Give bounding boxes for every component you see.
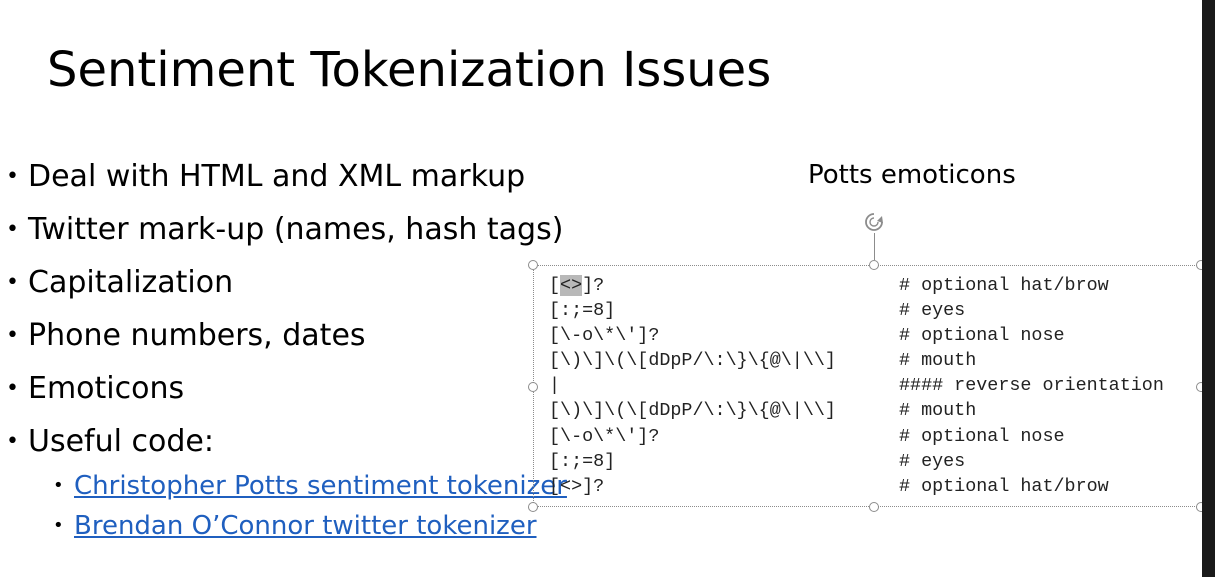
code-comment: # mouth	[899, 400, 977, 422]
resize-handle-bottom-left[interactable]	[528, 502, 538, 512]
bullet-text: Emoticons	[28, 371, 185, 406]
resize-handle-bottom[interactable]	[869, 502, 879, 512]
bullet-dot-icon: •	[6, 270, 19, 295]
bullet-text: Deal with HTML and XML markup	[28, 159, 526, 194]
potts-tokenizer-link[interactable]: Christopher Potts sentiment tokenizer	[74, 471, 567, 501]
resize-handle-top[interactable]	[869, 260, 879, 270]
window-edge	[1202, 0, 1215, 577]
sub-bullet-item: • Brendan O’Connor twitter tokenizer	[51, 508, 567, 548]
code-pattern: [\-o\*\']?	[549, 325, 660, 347]
bullet-dot-icon: •	[53, 515, 64, 536]
code-pattern: [\-o\*\']?	[549, 425, 660, 447]
bullet-dot-icon: •	[6, 429, 19, 454]
code-line: [\)\]\(\[dDpP/\:\}\{@\|\\] # mouth	[549, 348, 1164, 373]
bullet-dot-icon: •	[6, 376, 19, 401]
code-comment: #### reverse orientation	[899, 375, 1164, 397]
code-comment: # optional nose	[899, 425, 1065, 447]
code-comment: # eyes	[899, 450, 966, 472]
code-comment: # eyes	[899, 300, 966, 322]
bullet-dot-icon: •	[6, 164, 19, 189]
code-line: [<>]? # optional hat/brow	[549, 474, 1164, 499]
bullet-dot-icon: •	[6, 217, 19, 242]
slide-canvas[interactable]: Sentiment Tokenization Issues • Deal with…	[0, 0, 1202, 577]
text-selection-highlight: <>	[560, 275, 583, 296]
bullet-item: • Phone numbers, dates	[0, 313, 563, 366]
code-line: [\)\]\(\[dDpP/\:\}\{@\|\\] # mouth	[549, 398, 1164, 423]
oconnor-tokenizer-link[interactable]: Brendan O’Connor twitter tokenizer	[74, 511, 537, 541]
bullet-dot-icon: •	[6, 323, 19, 348]
rotate-handle-stem	[874, 233, 875, 260]
code-pattern: [<>]?	[549, 275, 605, 296]
bullet-text: Capitalization	[28, 265, 234, 300]
code-line: [\-o\*\']? # optional nose	[549, 424, 1164, 449]
code-comment: # optional hat/brow	[899, 475, 1109, 497]
code-line: [\-o\*\']? # optional nose	[549, 323, 1164, 348]
code-line: [:;=8] # eyes	[549, 298, 1164, 323]
emoticon-regex-code[interactable]: [<>]? # optional hat/brow [:;=8] # eyes [\-o…	[549, 273, 1164, 499]
code-comment: # optional nose	[899, 325, 1065, 347]
resize-handle-top-left[interactable]	[528, 260, 538, 270]
code-caption: Potts emoticons	[808, 160, 1016, 190]
code-line: [:;=8] # eyes	[549, 449, 1164, 474]
rotate-icon[interactable]	[862, 210, 886, 234]
code-pattern: [\)\]\(\[dDpP/\:\}\{@\|\\]	[549, 350, 836, 372]
code-pattern: [:;=8]	[549, 300, 616, 322]
bullet-dot-icon: •	[53, 475, 64, 496]
sub-bullet-item: • Christopher Potts sentiment tokenizer	[51, 468, 567, 508]
code-pattern: |	[549, 375, 561, 397]
bullet-text: Phone numbers, dates	[28, 318, 366, 353]
bullet-text: Twitter mark-up (names, hash tags)	[28, 212, 564, 247]
bullet-item: • Emoticons	[0, 366, 563, 419]
bullet-item: • Twitter mark-up (names, hash tags)	[0, 207, 563, 260]
code-comment: # mouth	[899, 350, 977, 372]
slide-title: Sentiment Tokenization Issues	[47, 42, 772, 98]
code-line: | #### reverse orientation	[549, 373, 1164, 398]
bullet-item: • Useful code:	[0, 419, 563, 472]
bullet-item: • Deal with HTML and XML markup	[0, 154, 563, 207]
code-line: [<>]? # optional hat/brow	[549, 273, 1164, 298]
bullet-text: Useful code:	[28, 424, 214, 459]
code-pattern: [\)\]\(\[dDpP/\:\}\{@\|\\]	[549, 400, 836, 422]
bullet-list: • Deal with HTML and XML markup • Twitter …	[0, 154, 563, 472]
resize-handle-left[interactable]	[528, 382, 538, 392]
bullet-item: • Capitalization	[0, 260, 563, 313]
code-pattern: [:;=8]	[549, 450, 616, 472]
code-comment: # optional hat/brow	[899, 275, 1109, 296]
code-pattern: [<>]?	[549, 475, 605, 497]
sub-bullet-list: • Christopher Potts sentiment tokenizer •…	[51, 468, 567, 548]
